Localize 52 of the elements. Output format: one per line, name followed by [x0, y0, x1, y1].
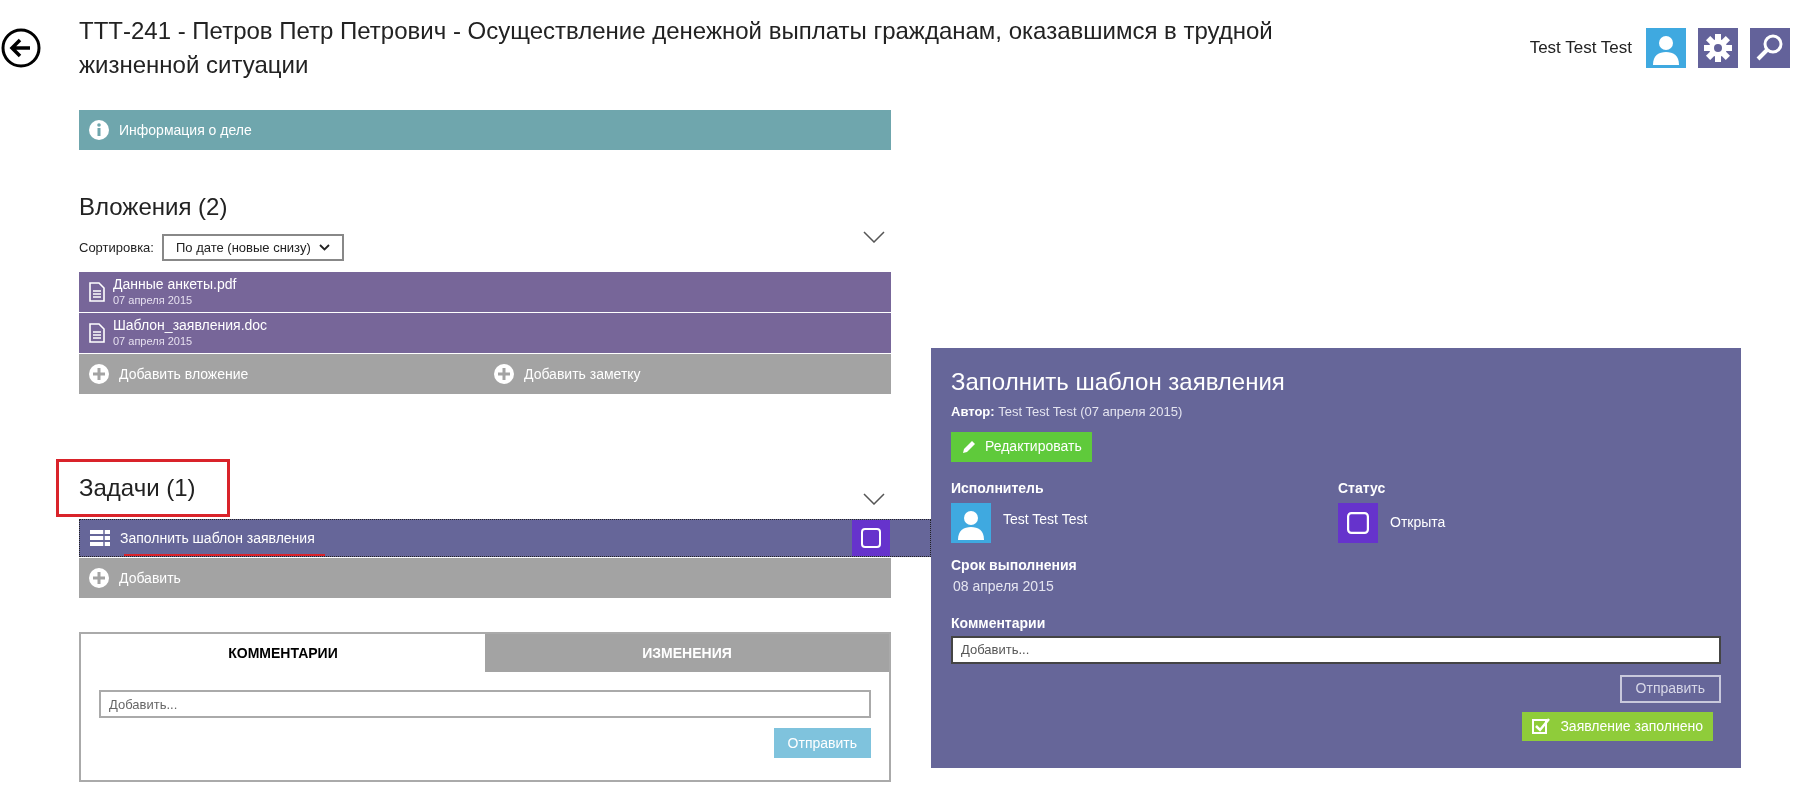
comment-input[interactable]: Добавить... [951, 635, 1721, 664]
file-name: Данные анкеты.pdf [113, 276, 237, 294]
document-icon [89, 282, 105, 302]
assignee-name: Test Test Test [1003, 509, 1088, 529]
send-button[interactable]: Отправить [1619, 674, 1721, 703]
panel-title: Заполнить шаблон заявления [951, 367, 1286, 397]
task-row[interactable]: Заполнить шаблон заявления [79, 519, 931, 557]
plus-icon [494, 364, 514, 384]
author-line: Автор: Test Test Test (07 апреля 2015) [951, 403, 1184, 421]
section-heading: Задачи (1) [79, 473, 196, 503]
task-title: Заполнить шаблон заявления [120, 529, 315, 546]
send-button[interactable]: Отправить [773, 728, 871, 758]
field-label: Комментарии [951, 613, 1046, 633]
edit-button[interactable]: Редактировать [951, 431, 1092, 462]
sort-label: Сортировка: [79, 238, 154, 257]
caret-icon [318, 244, 330, 251]
document-icon [89, 323, 105, 343]
page-title: ТТТ-241 - Петров Петр Петрович - Осуществление денежной выплаты гражданам, оказавшимся в трудной жизненной ситуации [79, 16, 1274, 80]
add-task-bar[interactable]: Добавить [79, 558, 891, 598]
settings-icon[interactable] [1698, 28, 1738, 68]
plus-icon [89, 364, 109, 384]
file-date: 07 апреля 2015 [113, 334, 194, 349]
info-bar[interactable]: Информация о деле [79, 110, 891, 150]
plus-icon [89, 568, 109, 588]
section-heading: Вложения (2) [79, 192, 228, 222]
checkbox-tick-icon [1532, 717, 1551, 735]
pencil-icon [961, 438, 977, 455]
due-date: 08 апреля 2015 [953, 576, 1054, 596]
status-checkbox[interactable] [1338, 502, 1378, 543]
user-name: Test Test Test [1529, 37, 1632, 60]
user-avatar-icon[interactable] [1646, 28, 1686, 68]
user-avatar-icon [951, 502, 991, 543]
chevron-down-icon[interactable] [863, 231, 885, 243]
tab[interactable]: ИЗМЕНЕНИЯ [485, 634, 889, 672]
search-icon[interactable] [1750, 28, 1790, 68]
sort-dropdown[interactable]: По дате (новые снизу) [161, 234, 344, 261]
info-icon [89, 120, 109, 140]
add-action-button[interactable]: Добавить заметку [484, 354, 889, 394]
field-label: Исполнитель [951, 478, 1045, 498]
attachment-row[interactable]: Данные анкеты.pdf 07 апреля 2015 [79, 272, 891, 312]
comment-input[interactable]: Добавить... [99, 690, 871, 718]
field-label: Срок выполнения [951, 555, 1077, 575]
list-icon [90, 530, 110, 546]
chevron-down-icon[interactable] [863, 493, 885, 505]
add-action-button[interactable]: Добавить вложение [79, 354, 484, 394]
file-date: 07 апреля 2015 [113, 293, 194, 308]
task-checkbox[interactable] [852, 520, 890, 556]
complete-button[interactable]: Заявление заполнено [1522, 711, 1713, 741]
status-value: Открыта [1390, 513, 1446, 532]
attachment-row[interactable]: Шаблон_заявления.doc 07 апреля 2015 [79, 313, 891, 353]
field-label: Статус [1338, 478, 1387, 498]
file-name: Шаблон_заявления.doc [113, 317, 268, 335]
